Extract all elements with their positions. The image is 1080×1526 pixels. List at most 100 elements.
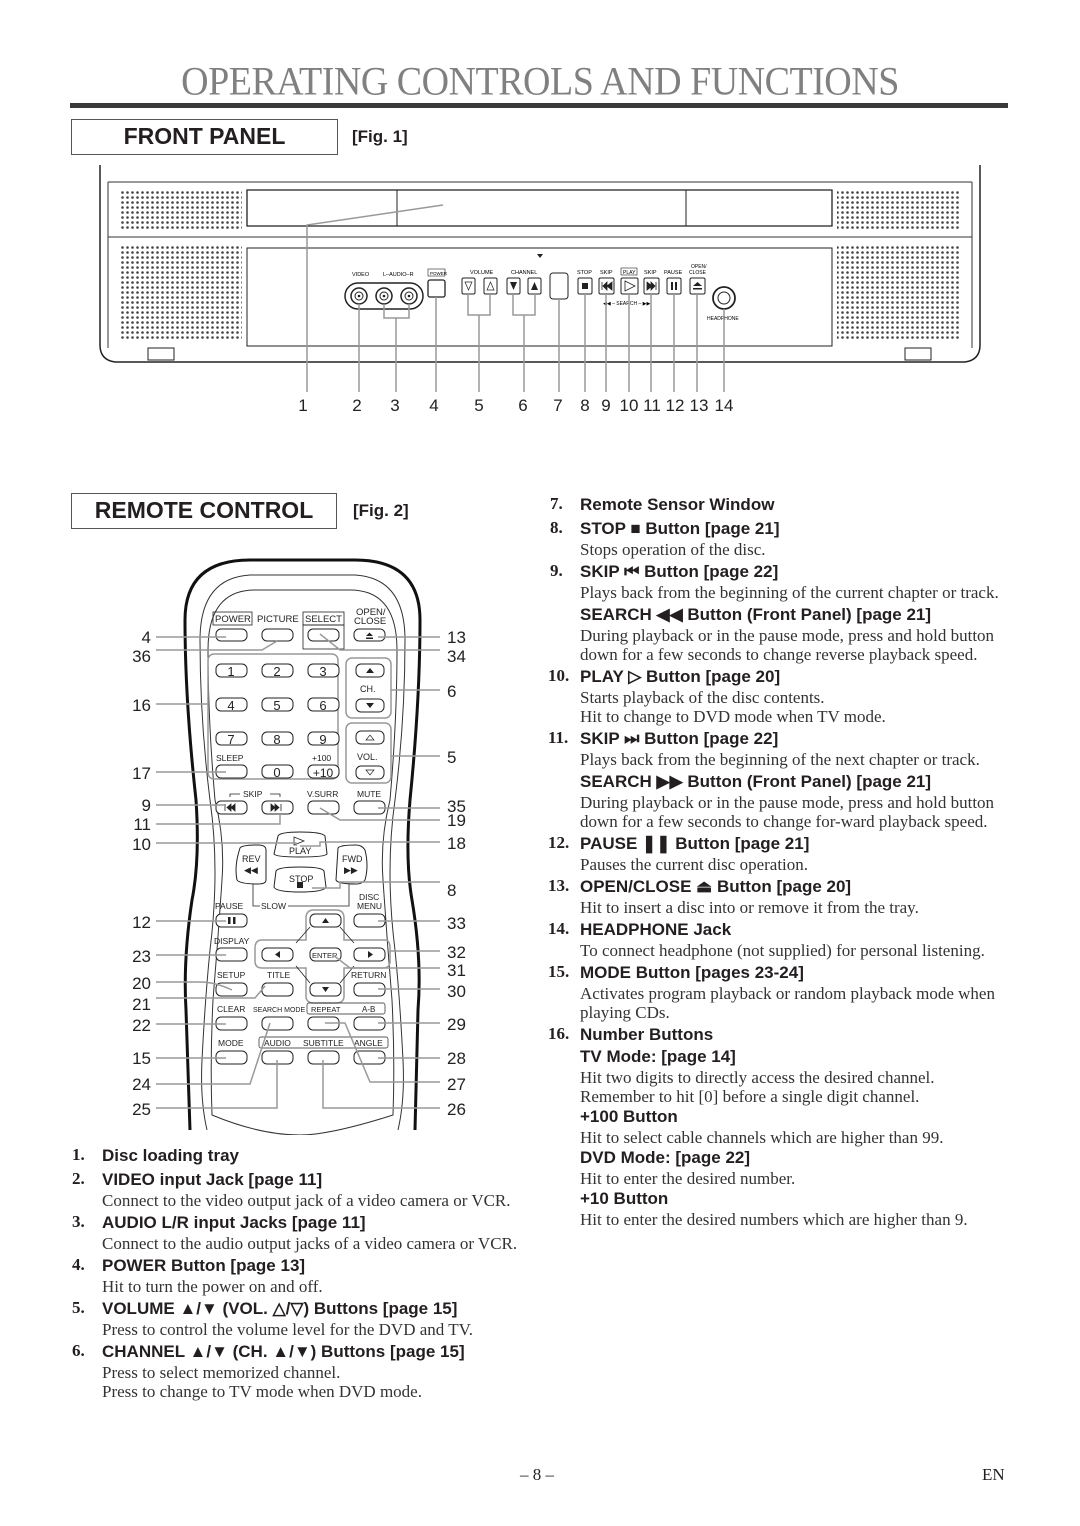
pause-button[interactable] [666, 277, 682, 295]
remote-left-callouts: 4 36 16 17 9 11 10 12 23 20 21 22 15 24 … [132, 628, 151, 1119]
label-power: POWER [430, 271, 448, 276]
volume-up-button[interactable] [483, 277, 498, 295]
item-heading: CHANNEL ▲/▼ (CH. ▲/▼) Buttons [page 15] [102, 1342, 465, 1361]
video-input-jack[interactable] [350, 287, 368, 305]
remote-callout-22: 22 [132, 1016, 151, 1035]
remote-callout-23: 23 [132, 947, 151, 966]
item-number: 1. [72, 1145, 85, 1164]
play-button[interactable] [620, 277, 639, 295]
remote-open-close-button[interactable] [353, 628, 386, 642]
remote-vsurr-button[interactable] [307, 800, 340, 815]
item-description: During playback or in the pause mode, pr… [580, 626, 995, 664]
remote-right-button[interactable] [353, 947, 386, 962]
front-panel-section-label: FRONT PANEL [71, 119, 338, 155]
item-heading: OPEN/CLOSE ⏏ Button [page 20] [580, 877, 852, 896]
remote-vol-down-button[interactable] [355, 765, 385, 780]
remote-label-search-mode: SEARCH MODE [253, 1007, 305, 1014]
remote-label-select: SELECT [305, 614, 342, 625]
volume-down-button[interactable] [461, 277, 476, 295]
item-heading: VIDEO input Jack [page 11] [102, 1170, 323, 1189]
remote-label-power: POWER [215, 614, 251, 625]
item-11: 11. SKIP ⏭ Button [page 22] Plays back fro… [548, 728, 1010, 831]
speaker-grille-bottom-left [120, 246, 242, 341]
item-number: 16. [548, 1024, 570, 1043]
front-callout-12: 12 [666, 396, 685, 415]
remote-left-button[interactable] [261, 947, 294, 962]
remote-label-plus100: +100 [312, 753, 331, 763]
item-description: Hit to insert a disc into or remove it f… [580, 898, 919, 917]
channel-down-button[interactable] [506, 277, 521, 295]
item-heading: Remote Sensor Window [580, 495, 775, 514]
remote-ch-down-button[interactable] [355, 698, 385, 713]
item-description: Hit two digits to directly access the de… [580, 1068, 935, 1087]
label-channel: CHANNEL [511, 270, 537, 276]
remote-label-repeat: REPEAT [311, 1005, 341, 1014]
remote-label-close-text: CLOSE [354, 616, 386, 627]
digit-label-1: 1 [227, 664, 234, 679]
remote-label-setup: SETUP [217, 970, 246, 980]
digit-label-5: 5 [273, 698, 280, 713]
open-close-button[interactable] [689, 277, 706, 295]
remote-label-title: TITLE [267, 970, 290, 980]
stop-button[interactable] [577, 277, 593, 295]
remote-callout-11: 11 [133, 815, 151, 834]
remote-label-fwd: FWD [342, 854, 363, 864]
remote-search-mode-button[interactable] [261, 1016, 294, 1031]
power-button[interactable] [427, 279, 446, 298]
item-heading: MODE Button [pages 23-24] [580, 963, 804, 982]
remote-callout-17: 17 [132, 764, 151, 783]
skip-back-button[interactable] [598, 277, 615, 295]
fwd-icon: ▶▶ [344, 865, 358, 875]
digit-label-9: 9 [319, 732, 326, 747]
title-rule [70, 103, 1008, 108]
remote-right-callouts: 13 34 6 5 35 19 18 8 33 32 31 30 29 28 2… [447, 628, 466, 1119]
remote-callout-33: 33 [447, 914, 466, 933]
remote-down-button[interactable] [309, 982, 342, 997]
remote-ch-up-button[interactable] [355, 663, 385, 678]
item-number: 11. [548, 728, 569, 747]
label-search: ◀◀ – SEARCH – ▶▶ [603, 301, 650, 307]
front-callout-5: 5 [474, 396, 483, 415]
remote-callout-29: 29 [447, 1015, 466, 1034]
remote-label-ab: A-B [362, 1005, 375, 1014]
item-description: Hit to turn the power on and off. [102, 1277, 323, 1296]
headphone-jack[interactable] [712, 286, 736, 310]
remote-picture-button[interactable] [261, 628, 294, 642]
remote-up-button[interactable] [309, 913, 342, 928]
remote-label-slow: SLOW [261, 901, 286, 911]
remote-label-picture: PICTURE [257, 614, 299, 625]
remote-callout-27: 27 [447, 1075, 466, 1094]
remote-callout-32: 32 [447, 943, 466, 962]
digit-label-4: 4 [227, 698, 234, 713]
remote-callout-10: 10 [132, 835, 151, 854]
audio-left-input-jack[interactable] [375, 287, 393, 305]
rev-icon: ◀◀ [244, 865, 258, 875]
page-title: OPERATING CONTROLS AND FUNCTIONS [181, 59, 899, 105]
label-video: VIDEO [352, 272, 370, 278]
channel-up-button[interactable] [527, 277, 542, 295]
remote-power-button[interactable] [215, 628, 248, 642]
skip-forward-button[interactable] [643, 277, 660, 295]
remote-callout-24: 24 [132, 1075, 151, 1094]
audio-right-input-jack[interactable] [400, 287, 418, 305]
remote-vol-up-button[interactable] [355, 730, 385, 745]
remote-title-button[interactable] [261, 982, 294, 997]
item-heading: Number Buttons [580, 1025, 714, 1044]
item-5: 5. VOLUME ▲/▼ (VOL. △/▽) Buttons [page 15… [72, 1298, 522, 1339]
item-description: To connect headphone (not supplied) for … [580, 941, 985, 960]
item-8: 8. STOP ■ Button [page 21] Stops operation… [550, 518, 1010, 559]
plus10-label: +10 [313, 766, 334, 780]
remote-label-mute: MUTE [357, 789, 381, 799]
item-number: 14. [548, 919, 570, 938]
label-volume: VOLUME [470, 270, 494, 276]
front-callout-2: 2 [352, 396, 361, 415]
item-description: Remember to hit [0] before a single digi… [580, 1087, 920, 1106]
remote-select-button[interactable] [307, 628, 340, 642]
remote-skip-back-button[interactable] [215, 800, 248, 815]
fig2-label: [Fig. 2] [353, 501, 409, 520]
remote-label-stop: STOP [289, 874, 313, 884]
remote-callout-16: 16 [132, 696, 151, 715]
remote-skip-forward-button[interactable] [261, 800, 294, 815]
item-description: Press to change to TV mode when DVD mode… [102, 1382, 422, 1401]
front-callout-14: 14 [715, 396, 734, 415]
